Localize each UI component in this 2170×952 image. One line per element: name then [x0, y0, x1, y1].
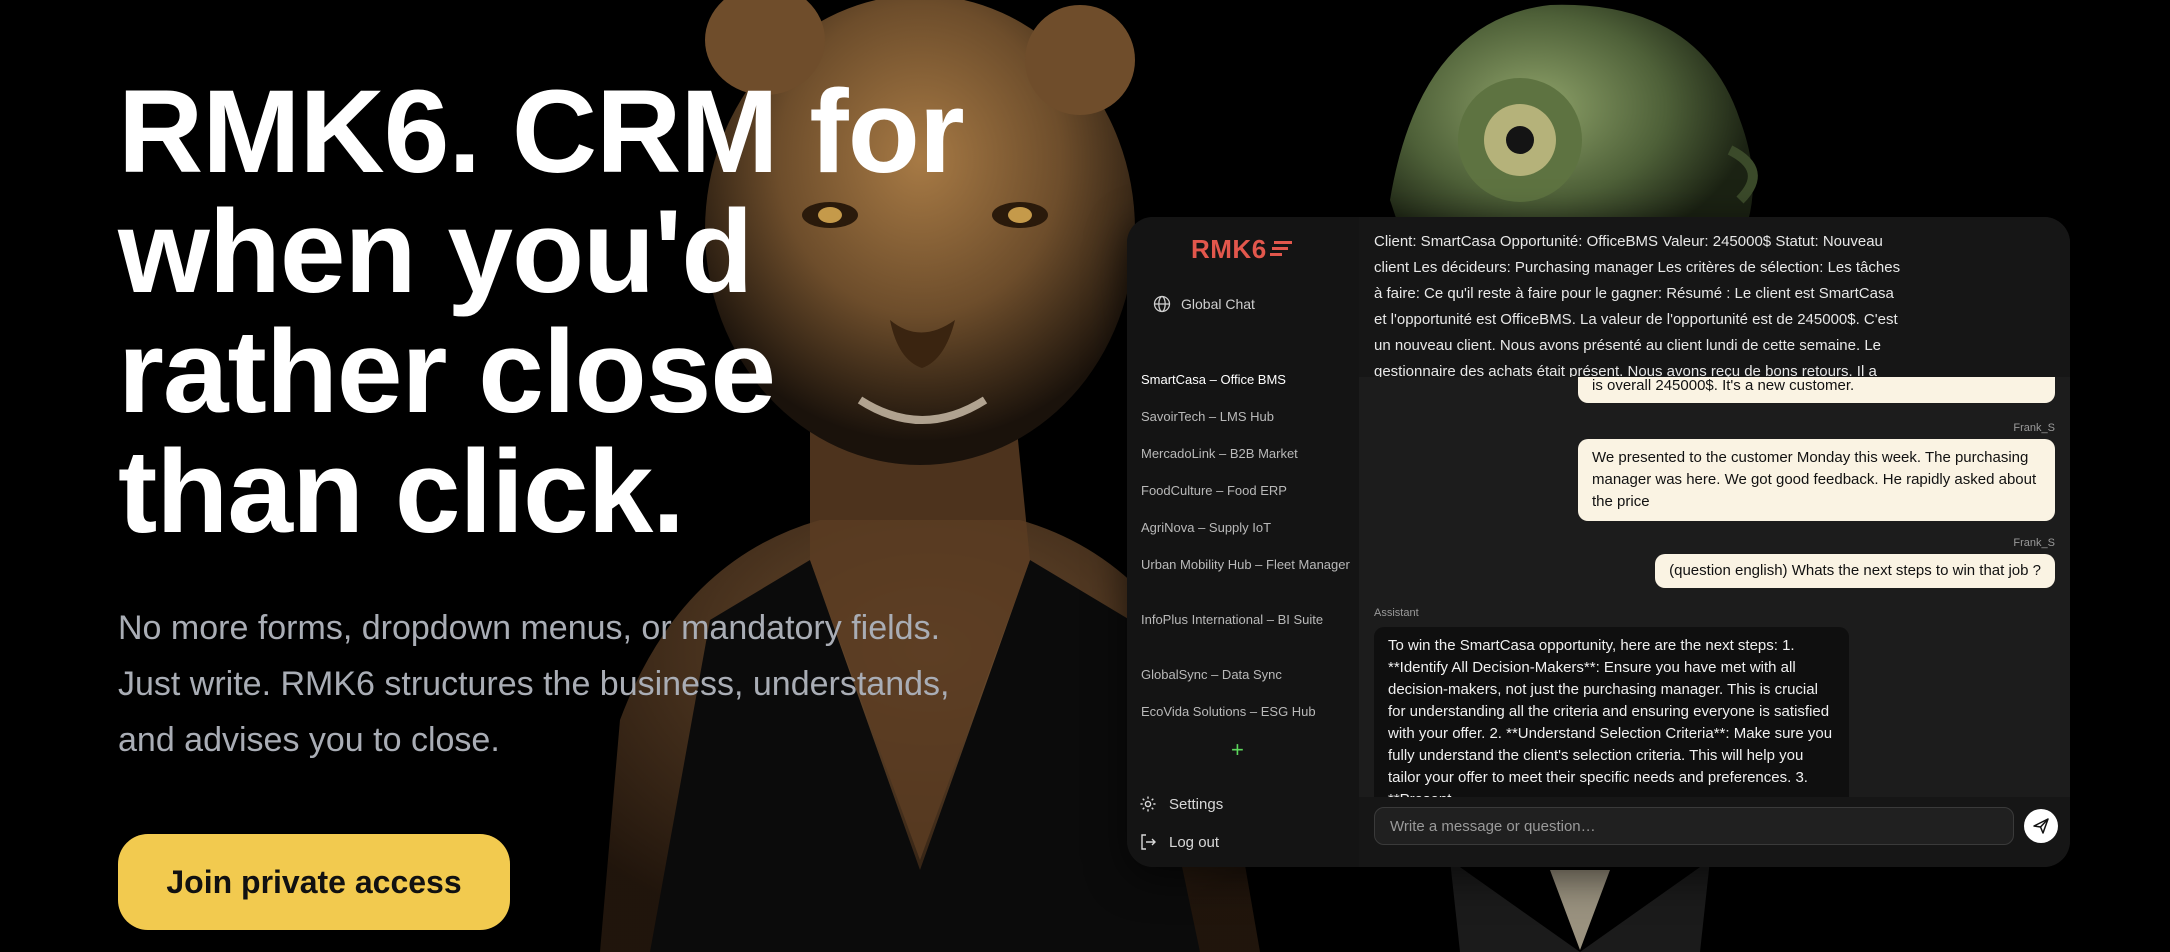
opportunity-summary: Client: SmartCasa Opportunité: OfficeBMS…: [1359, 217, 2070, 377]
hero-title: RMK6. CRM for when you'd rather close th…: [118, 72, 1018, 552]
sidebar-item-ecovida[interactable]: EcoVida Solutions – ESG Hub: [1141, 694, 1351, 731]
message-sender: Frank_S: [2013, 422, 2055, 434]
send-button[interactable]: [2024, 809, 2058, 843]
chat-message-user: We presented to the customer Monday this…: [1578, 439, 2055, 521]
message-input[interactable]: [1374, 807, 2014, 845]
gear-icon: [1140, 796, 1156, 812]
join-private-access-button[interactable]: Join private access: [118, 834, 510, 930]
chat-message-user: is overall 245000$. It's a new customer.: [1578, 377, 2055, 403]
add-project-button[interactable]: +: [1231, 737, 1244, 763]
sidebar-item-foodculture[interactable]: FoodCulture – Food ERP: [1141, 473, 1351, 510]
chat-message-assistant: To win the SmartCasa opportunity, here a…: [1374, 627, 1849, 797]
send-icon: [2033, 818, 2049, 834]
chat-main-panel: Client: SmartCasa Opportunité: OfficeBMS…: [1359, 217, 2070, 867]
hero-subtitle-line: No more forms, dropdown menus, or mandat…: [118, 609, 941, 647]
sidebar-item-infoplus[interactable]: InfoPlus International – BI Suite: [1141, 602, 1351, 657]
hero-title-line: RMK6. CRM for: [118, 66, 965, 198]
globe-icon: [1153, 295, 1171, 313]
sidebar-item-smartcasa[interactable]: SmartCasa – Office BMS: [1141, 362, 1351, 399]
message-sender: Frank_S: [2013, 537, 2055, 549]
sidebar-item-urban-mobility[interactable]: Urban Mobility Hub – Fleet Manager: [1141, 547, 1351, 602]
project-list: SmartCasa – Office BMS SavoirTech – LMS …: [1141, 362, 1351, 731]
sidebar-item-globalsync[interactable]: GlobalSync – Data Sync: [1141, 657, 1351, 694]
logo-stripes-icon: [1269, 241, 1292, 256]
hero-title-line: rather close: [118, 306, 776, 438]
assistant-label: Assistant: [1374, 607, 1419, 619]
hero-subtitle: No more forms, dropdown menus, or mandat…: [118, 600, 1018, 768]
app-logo: RMK6: [1191, 229, 1292, 269]
app-preview-window: RMK6 Global Chat SmartCasa – Office BMS …: [1127, 217, 2070, 867]
global-chat-link[interactable]: Global Chat: [1153, 295, 1255, 313]
sidebar: RMK6 Global Chat SmartCasa – Office BMS …: [1127, 217, 1359, 867]
logout-icon: [1141, 834, 1156, 850]
hero-title-line: than click.: [118, 426, 685, 558]
logout-link[interactable]: Log out: [1139, 833, 1219, 851]
hero-subtitle-line: Just write. RMK6 structures the business…: [118, 665, 950, 703]
logo-text: RMK6: [1191, 233, 1267, 264]
chat-message-user: (question english) Whats the next steps …: [1655, 554, 2055, 588]
global-chat-label: Global Chat: [1181, 296, 1255, 312]
sidebar-item-mercadolink[interactable]: MercadoLink – B2B Market: [1141, 436, 1351, 473]
settings-label: Settings: [1169, 795, 1224, 813]
sidebar-item-savoirtech[interactable]: SavoirTech – LMS Hub: [1141, 399, 1351, 436]
logout-label: Log out: [1169, 833, 1220, 851]
settings-link[interactable]: Settings: [1139, 795, 1223, 813]
hero-subtitle-line: and advises you to close.: [118, 721, 500, 759]
chat-thread[interactable]: is overall 245000$. It's a new customer.…: [1359, 377, 2070, 797]
sidebar-item-agrinova[interactable]: AgriNova – Supply IoT: [1141, 510, 1351, 547]
hero-title-line: when you'd: [118, 186, 753, 318]
